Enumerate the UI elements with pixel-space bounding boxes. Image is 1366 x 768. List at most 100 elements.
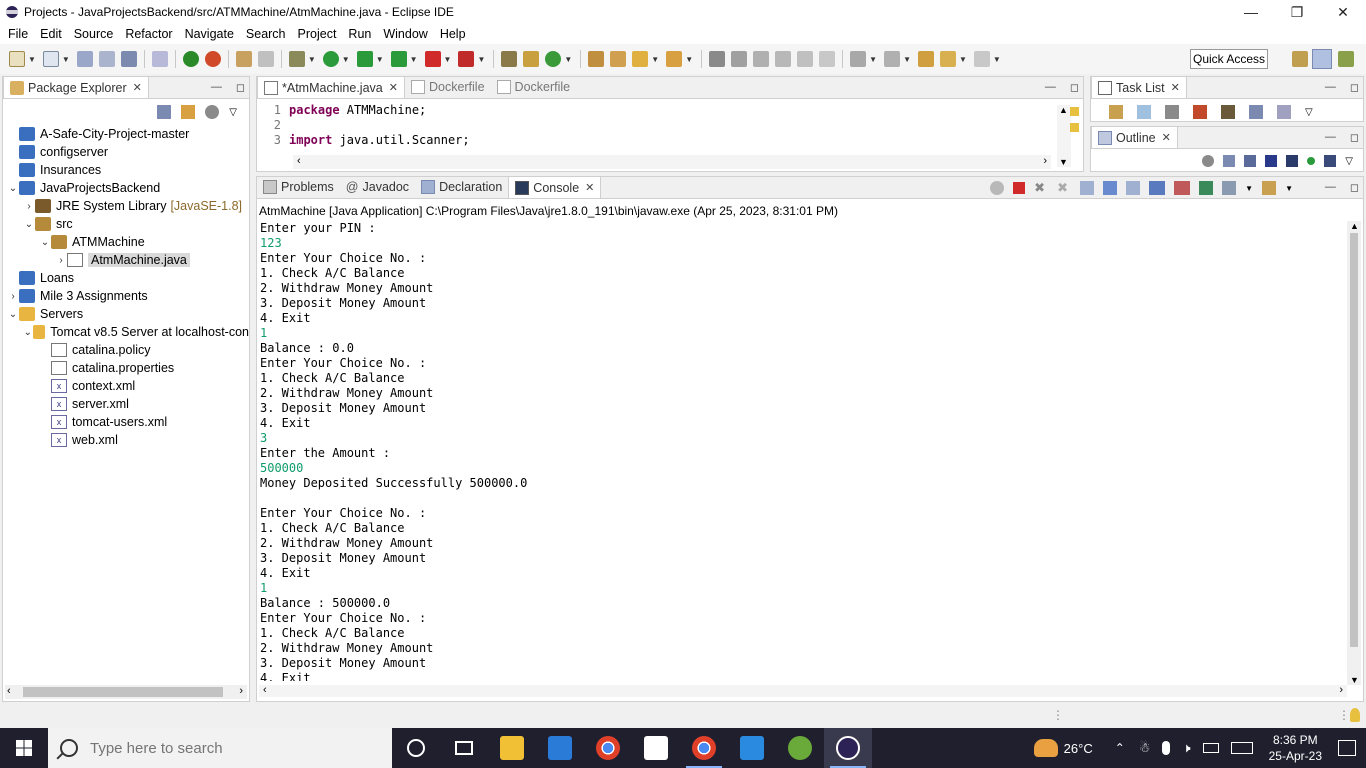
open-task-icon[interactable] xyxy=(610,51,627,67)
close-icon[interactable]: ✕ xyxy=(389,81,398,94)
debug-perspective-icon[interactable] xyxy=(1338,51,1354,67)
link-with-editor-icon[interactable] xyxy=(181,105,196,119)
scheduled-icon[interactable] xyxy=(1165,105,1179,119)
remove-all-icon[interactable]: ✖ xyxy=(1057,181,1071,195)
chevron-up-icon[interactable]: ⌃ xyxy=(1115,741,1125,755)
tree-item[interactable]: › JRE System Library [JavaSE-1.8] xyxy=(3,197,249,215)
synchronize-icon[interactable] xyxy=(1277,105,1291,119)
menu-help[interactable]: Help xyxy=(434,27,472,41)
show-whitespace-icon[interactable] xyxy=(819,51,836,67)
minimize-view-icon[interactable]: — xyxy=(1325,181,1336,194)
filter-icon[interactable] xyxy=(1202,155,1215,167)
word-wrap-icon[interactable] xyxy=(1126,181,1141,195)
tree-item[interactable]: x web.xml xyxy=(3,431,249,449)
code-line[interactable]: 1 package ATMMachine; xyxy=(257,102,1057,117)
new-class-icon[interactable] xyxy=(545,51,562,67)
microphone-icon[interactable] xyxy=(1162,741,1171,755)
scroll-up-icon[interactable]: ▲ xyxy=(1059,105,1068,115)
tree-item[interactable]: A-Safe-City-Project-master xyxy=(3,125,249,143)
search-icon[interactable] xyxy=(632,51,649,67)
filter-icon[interactable] xyxy=(205,105,220,119)
weather-icon[interactable] xyxy=(1033,739,1058,757)
volume-icon[interactable]: 🕨 xyxy=(1182,740,1190,756)
tree-item[interactable]: ⌄ JavaProjectsBackend xyxy=(3,179,249,197)
profile-icon[interactable] xyxy=(390,51,407,67)
toggle-mark-icon[interactable] xyxy=(709,51,726,67)
stop-icon[interactable] xyxy=(424,51,441,67)
focus-icon[interactable] xyxy=(1221,105,1235,119)
tab-atmmachine-java[interactable]: *AtmMachine.java ✕ xyxy=(257,76,405,98)
horizontal-scrollbar[interactable]: ‹ › xyxy=(259,684,1347,697)
menu-edit[interactable]: Edit xyxy=(34,27,68,41)
show-stderr-icon[interactable] xyxy=(1174,181,1191,195)
new-icon[interactable] xyxy=(9,51,25,67)
menu-window[interactable]: Window xyxy=(377,27,433,41)
maximize-view-icon[interactable]: ◻ xyxy=(1350,131,1359,144)
vertical-scrollbar[interactable]: ▲ ▼ xyxy=(1057,105,1071,167)
menu-search[interactable]: Search xyxy=(240,27,292,41)
chevron-down-icon[interactable]: ⌄ xyxy=(7,309,19,320)
scroll-down-icon[interactable]: ▼ xyxy=(1350,675,1359,685)
tree-item[interactable]: ⌄ Tomcat v8.5 Server at localhost-con xyxy=(3,323,249,341)
skip-breakpoints-icon[interactable] xyxy=(151,51,168,67)
chevron-right-icon[interactable]: › xyxy=(23,201,35,212)
tree-item[interactable]: catalina.properties xyxy=(3,359,249,377)
scroll-right-icon[interactable]: › xyxy=(1339,684,1343,696)
pin-console-icon[interactable] xyxy=(1199,181,1214,195)
store-button[interactable] xyxy=(632,728,680,768)
menu-source[interactable]: Source xyxy=(68,27,120,41)
open-type-icon[interactable] xyxy=(588,51,605,67)
scroll-left-icon[interactable]: ‹ xyxy=(297,155,301,167)
keyboard-icon[interactable] xyxy=(1230,742,1253,754)
print-icon[interactable] xyxy=(120,51,137,67)
save-all-icon[interactable] xyxy=(98,51,115,67)
display-console-icon[interactable] xyxy=(1222,181,1237,195)
console-output[interactable]: Enter your PIN :123 Enter Your Choice No.… xyxy=(260,221,1344,681)
hide-static-icon[interactable] xyxy=(1286,155,1299,167)
chevron-down-icon[interactable]: ⌄ xyxy=(23,327,33,338)
tab-declaration[interactable]: Declaration xyxy=(415,176,508,198)
wifi-icon[interactable]: ☃ xyxy=(1139,740,1151,756)
horizontal-scrollbar[interactable]: ‹ › xyxy=(5,685,247,699)
close-icon[interactable]: ✕ xyxy=(133,81,142,94)
tree-item[interactable]: ⌄ ATMMachine xyxy=(3,233,249,251)
close-icon[interactable]: ✕ xyxy=(585,181,594,194)
chevron-right-icon[interactable]: › xyxy=(55,255,67,266)
view-menu-icon[interactable]: ▽ xyxy=(1345,156,1353,167)
clean-icon[interactable] xyxy=(257,51,274,67)
eclipse-button[interactable] xyxy=(824,728,872,768)
show-stdout-icon[interactable] xyxy=(1149,181,1166,195)
menu-file[interactable]: File xyxy=(2,27,34,41)
spring-tools-button[interactable] xyxy=(776,728,824,768)
scroll-down-icon[interactable]: ▼ xyxy=(1059,157,1068,167)
launch-icon[interactable] xyxy=(458,51,475,67)
close-icon[interactable]: ✕ xyxy=(1171,81,1180,94)
remove-launch-icon[interactable]: ✖ xyxy=(1034,181,1048,195)
tree-item[interactable]: x server.xml xyxy=(3,395,249,413)
tree-item[interactable]: › Mile 3 Assignments xyxy=(3,287,249,305)
refresh-icon[interactable] xyxy=(990,181,1005,195)
horizontal-scrollbar[interactable]: ‹ › xyxy=(293,155,1051,169)
tab-dockerfile-1[interactable]: Dockerfile xyxy=(405,76,491,98)
coverage-icon[interactable] xyxy=(204,51,221,67)
tab-package-explorer[interactable]: Package Explorer ✕ xyxy=(3,76,149,98)
tree-item[interactable]: x context.xml xyxy=(3,377,249,395)
chevron-down-icon[interactable]: ⌄ xyxy=(7,183,19,194)
chevron-down-icon[interactable]: ⌄ xyxy=(23,219,35,230)
tab-outline[interactable]: Outline ✕ xyxy=(1091,126,1178,148)
sort-icon[interactable] xyxy=(1244,155,1257,167)
scroll-left-icon[interactable]: ‹ xyxy=(263,684,267,696)
minimize-view-icon[interactable]: — xyxy=(1325,131,1336,144)
maximize-view-icon[interactable]: ◻ xyxy=(1350,181,1359,194)
maximize-view-icon[interactable]: ◻ xyxy=(236,81,245,94)
save-icon[interactable] xyxy=(76,51,93,67)
cortana-button[interactable] xyxy=(392,728,440,768)
chrome-button[interactable] xyxy=(584,728,632,768)
external-tools-icon[interactable] xyxy=(288,51,305,67)
overview-warning-icon[interactable] xyxy=(1070,123,1079,132)
file-explorer-button[interactable] xyxy=(488,728,536,768)
menu-run[interactable]: Run xyxy=(342,27,377,41)
next-annotation-icon[interactable] xyxy=(850,51,867,67)
open-perspective-icon[interactable] xyxy=(1292,51,1308,67)
hide-fields-icon[interactable] xyxy=(1265,155,1278,167)
